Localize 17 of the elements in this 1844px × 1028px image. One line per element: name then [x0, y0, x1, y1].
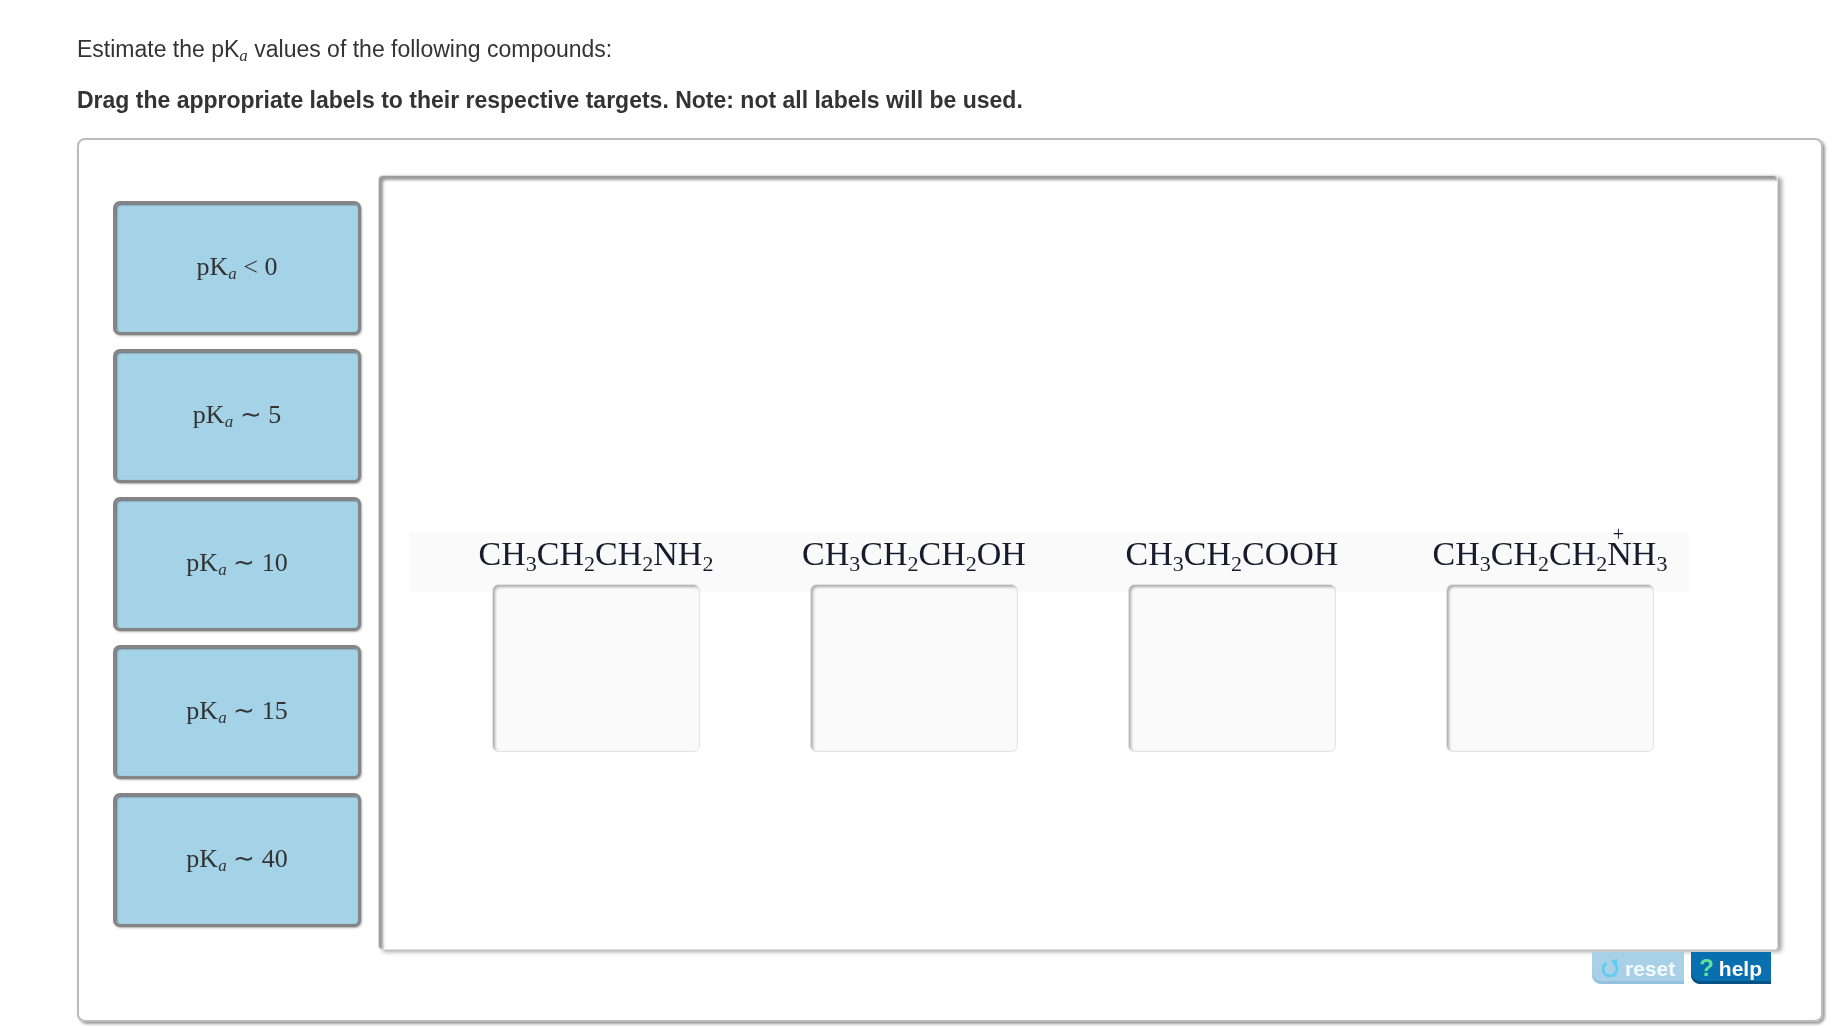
draggable-label[interactable]: pK$_{a}$ ∼ 5: [113, 349, 361, 483]
compound-formula: CH$_{3}$CH$_{2}$COOH: [1125, 534, 1339, 576]
instruction-text: Estimate the pK$_{a}$ values of the following compounds:: [77, 35, 614, 66]
drop-target[interactable]: [492, 584, 700, 752]
help-button[interactable]: ? help: [1691, 952, 1771, 984]
draggable-label[interactable]: pK$_{a}$ < 0: [113, 201, 361, 335]
drop-target[interactable]: [810, 584, 1018, 752]
draggable-label[interactable]: pK$_{a}$ ∼ 10: [113, 497, 361, 631]
drop-target[interactable]: [1446, 584, 1654, 752]
help-icon: ?: [1699, 956, 1714, 980]
drop-target[interactable]: [1128, 584, 1336, 752]
compound-formula: CH$_{3}$CH$_{2}$CH$_{2}$NH$_{2}$: [478, 534, 714, 576]
circular-arrow-icon: [1599, 958, 1620, 978]
compound-formula: CH$_{3}$CH$_{2}$CH$_{2}$OH: [802, 534, 1026, 576]
draggable-label[interactable]: pK$_{a}$ ∼ 40: [113, 793, 361, 927]
directive-text: Drag the appropriate labels to their respective targets. Note: not all labels will be used.: [77, 86, 1024, 115]
draggable-label[interactable]: pK$_{a}$ ∼ 15: [113, 645, 361, 779]
